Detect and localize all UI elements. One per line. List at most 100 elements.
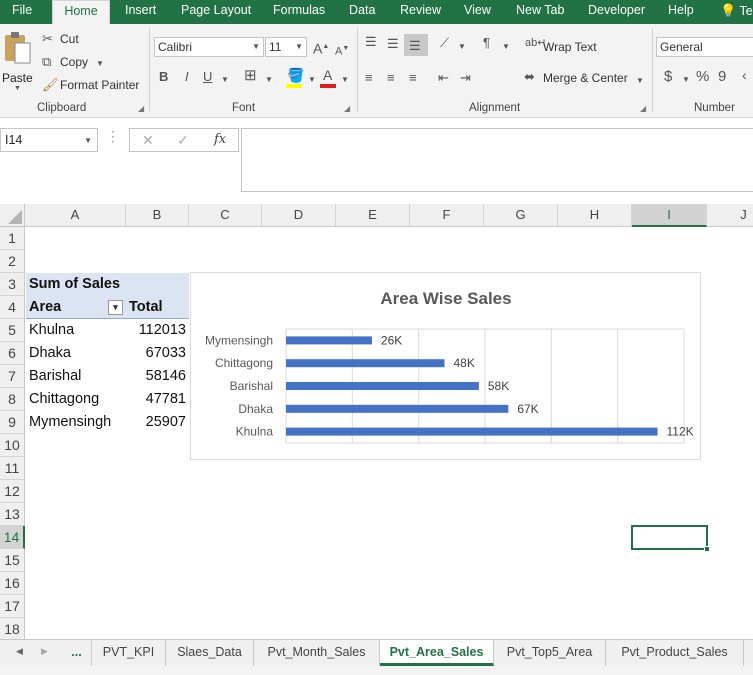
chevron-down-icon[interactable]: ▼ (636, 74, 644, 88)
increase-font-size-icon[interactable]: A▲ (313, 40, 329, 56)
wrap-text-button[interactable]: Wrap Text (543, 40, 597, 54)
column-header-j[interactable]: J (707, 204, 753, 227)
pivot-total-cell[interactable]: 25907 (126, 411, 186, 434)
tab-new-tab[interactable]: New Tab (516, 0, 564, 24)
row-header-3[interactable]: 3 (0, 273, 25, 296)
row-header-12[interactable]: 12 (0, 480, 25, 503)
comma-style-button[interactable]: 9 (718, 69, 726, 84)
copy-button[interactable]: Copy (60, 55, 88, 69)
chevron-down-icon[interactable]: ▼ (308, 73, 316, 87)
filter-dropdown-icon[interactable]: ▾ (108, 300, 123, 315)
column-header-g[interactable]: G (484, 204, 558, 227)
text-direction-icon[interactable]: ¶ (483, 36, 490, 50)
row-header-1[interactable]: 1 (0, 227, 25, 250)
sheet-tab-more[interactable]: ... (62, 640, 92, 666)
chevron-down-icon[interactable]: ▼ (265, 73, 273, 87)
row-header-11[interactable]: 11 (0, 457, 25, 480)
align-right-icon[interactable]: ≡ (409, 71, 417, 85)
tab-home[interactable]: Home (52, 0, 110, 24)
pivot-total-cell[interactable]: 112013 (126, 319, 186, 342)
decrease-font-size-icon[interactable]: A▼ (335, 42, 349, 59)
row-header-4[interactable]: 4 (0, 296, 25, 319)
row-header-2[interactable]: 2 (0, 250, 25, 273)
increase-indent-icon[interactable]: ⇥ (460, 71, 471, 85)
align-left-icon[interactable]: ≡ (365, 71, 373, 85)
cancel-icon[interactable]: ✕ (142, 132, 154, 149)
underline-button[interactable]: U (203, 70, 212, 84)
formula-input[interactable] (241, 128, 753, 192)
pivot-total-cell[interactable]: 47781 (126, 388, 186, 411)
sheet-tab-pvt-product-sales[interactable]: Pvt_Product_Sales (606, 640, 744, 666)
dialog-launcher-icon[interactable]: ◢ (344, 104, 350, 113)
tab-insert[interactable]: Insert (125, 0, 156, 24)
number-format-combo[interactable]: General (656, 37, 753, 57)
pivot-title[interactable]: Sum of Sales (26, 273, 189, 296)
dialog-launcher-icon[interactable]: ◢ (640, 104, 646, 113)
insert-function-icon[interactable]: fx (214, 132, 226, 147)
pivot-header-total[interactable]: Total (126, 296, 189, 319)
chevron-down-icon[interactable]: ▼ (84, 136, 92, 145)
row-header-14[interactable]: 14 (0, 526, 25, 549)
chevron-down-icon[interactable]: ▼ (682, 73, 690, 87)
tab-developer[interactable]: Developer (588, 0, 645, 24)
enter-icon[interactable]: ✓ (177, 132, 189, 149)
tell-me-search[interactable]: 💡 Tel (720, 0, 753, 24)
tab-view[interactable]: View (464, 0, 491, 24)
chart-bar-khulna[interactable] (286, 427, 658, 436)
sheet-tab-pvt-top5-area[interactable]: Pvt_Top5_Area (494, 640, 606, 666)
chart-bar-dhaka[interactable] (286, 404, 509, 413)
select-all-corner[interactable] (0, 204, 25, 227)
column-header-e[interactable]: E (336, 204, 410, 227)
dialog-launcher-icon[interactable]: ◢ (138, 104, 144, 113)
fill-handle[interactable] (704, 546, 710, 552)
row-header-17[interactable]: 17 (0, 595, 25, 618)
row-header-7[interactable]: 7 (0, 365, 25, 388)
tab-formulas[interactable]: Formulas (273, 0, 325, 24)
chart-bar-barishal[interactable] (286, 382, 479, 390)
top-align-icon[interactable]: ☰ (365, 35, 377, 49)
column-header-d[interactable]: D (262, 204, 336, 227)
sheet-tab-pvt-kpi[interactable]: PVT_KPI (92, 640, 166, 666)
column-header-f[interactable]: F (410, 204, 484, 227)
name-box[interactable]: I14 ▼ (0, 128, 98, 152)
pivot-area-cell[interactable]: Dhaka (26, 342, 126, 365)
column-header-c[interactable]: C (189, 204, 262, 227)
font-color-icon[interactable]: A (323, 68, 332, 82)
orientation-icon[interactable]: ⟋ (440, 36, 449, 50)
cut-button[interactable]: Cut (60, 32, 79, 46)
chevron-down-icon[interactable]: ▼ (341, 73, 349, 87)
scroll-left-icon[interactable]: ◀ (16, 646, 23, 657)
row-header-6[interactable]: 6 (0, 342, 25, 365)
font-name-combo[interactable]: Calibri ▼ (154, 37, 264, 57)
chevron-down-icon[interactable]: ▼ (502, 40, 510, 54)
pivot-header-area[interactable]: Area ▾ (26, 296, 126, 319)
row-header-8[interactable]: 8 (0, 388, 25, 411)
chart-bar-chittagong[interactable] (286, 359, 445, 368)
paste-button[interactable]: Paste ▼ (2, 30, 34, 94)
borders-icon[interactable]: ⊞ (244, 68, 257, 83)
row-header-13[interactable]: 13 (0, 503, 25, 526)
chevron-down-icon[interactable]: ▼ (458, 40, 466, 54)
sheet-tab-pvt-area-sales[interactable]: Pvt_Area_Sales (380, 640, 494, 666)
tab-help[interactable]: Help (668, 0, 694, 24)
chart-bar-mymensingh[interactable] (286, 336, 372, 345)
area-wise-sales-chart[interactable]: Area Wise Sales Mymensingh 26K Chittagong 4… (190, 272, 701, 460)
pivot-total-cell[interactable]: 58146 (126, 365, 186, 388)
fill-color-icon[interactable]: 🪣 (287, 68, 304, 82)
row-header-10[interactable]: 10 (0, 434, 25, 457)
tab-review[interactable]: Review (400, 0, 441, 24)
pivot-total-cell[interactable]: 67033 (126, 342, 186, 365)
pivot-area-cell[interactable]: Chittagong (26, 388, 126, 411)
align-center-icon[interactable]: ≡ (387, 71, 395, 85)
pivot-area-cell[interactable]: Khulna (26, 319, 126, 342)
bottom-align-button[interactable]: ☰ (404, 34, 428, 56)
merge-center-button[interactable]: Merge & Center (543, 71, 628, 85)
font-size-combo[interactable]: 11 ▼ (265, 37, 307, 57)
row-header-16[interactable]: 16 (0, 572, 25, 595)
italic-button[interactable]: I (185, 70, 189, 84)
tab-file[interactable]: File (12, 0, 32, 24)
column-header-i[interactable]: I (632, 204, 707, 227)
row-header-15[interactable]: 15 (0, 549, 25, 572)
pivot-area-cell[interactable]: Mymensingh (26, 411, 126, 434)
sheet-tab-slaes-data[interactable]: Slaes_Data (166, 640, 254, 666)
